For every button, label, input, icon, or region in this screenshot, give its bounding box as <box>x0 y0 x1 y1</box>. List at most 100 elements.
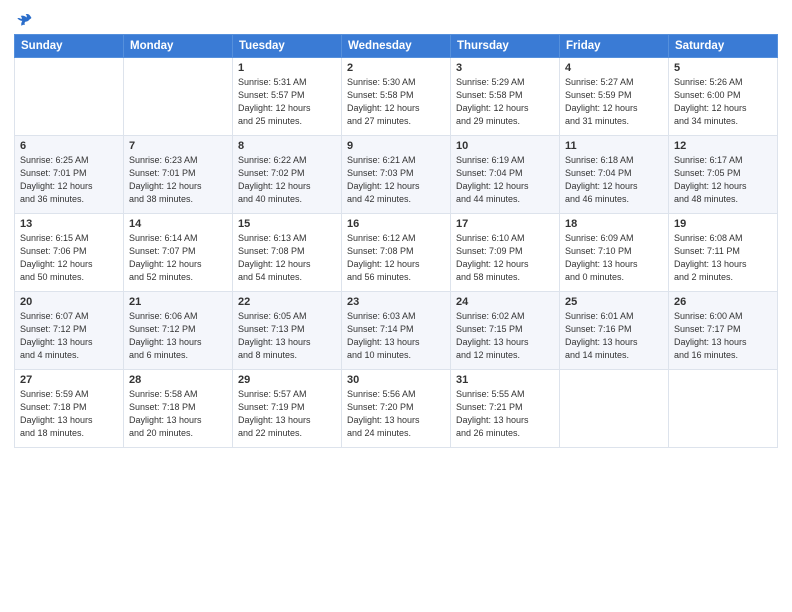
week-row-1: 1 Sunrise: 5:31 AMSunset: 5:57 PMDaylight… <box>15 58 778 136</box>
day-number: 15 <box>238 218 336 230</box>
day-info: Sunrise: 6:01 AMSunset: 7:16 PMDaylight:… <box>565 310 663 362</box>
day-info: Sunrise: 5:57 AMSunset: 7:19 PMDaylight:… <box>238 388 336 440</box>
day-info: Sunrise: 6:10 AMSunset: 7:09 PMDaylight:… <box>456 232 554 284</box>
day-info: Sunrise: 6:08 AMSunset: 7:11 PMDaylight:… <box>674 232 772 284</box>
week-row-2: 6 Sunrise: 6:25 AMSunset: 7:01 PMDaylight… <box>15 136 778 214</box>
day-number: 23 <box>347 296 445 308</box>
day-number: 30 <box>347 374 445 386</box>
calendar-cell: 27 Sunrise: 5:59 AMSunset: 7:18 PMDayligh… <box>15 370 124 448</box>
day-info: Sunrise: 6:17 AMSunset: 7:05 PMDaylight:… <box>674 154 772 206</box>
day-number: 20 <box>20 296 118 308</box>
calendar-cell: 15 Sunrise: 6:13 AMSunset: 7:08 PMDayligh… <box>233 214 342 292</box>
calendar-cell: 13 Sunrise: 6:15 AMSunset: 7:06 PMDayligh… <box>15 214 124 292</box>
day-number: 2 <box>347 62 445 74</box>
header <box>14 10 778 30</box>
day-info: Sunrise: 5:59 AMSunset: 7:18 PMDaylight:… <box>20 388 118 440</box>
day-number: 3 <box>456 62 554 74</box>
calendar-cell: 31 Sunrise: 5:55 AMSunset: 7:21 PMDayligh… <box>451 370 560 448</box>
day-number: 17 <box>456 218 554 230</box>
calendar-cell: 5Sunrise: 5:26 AMSunset: 6:00 PMDaylight… <box>669 58 778 136</box>
day-number: 29 <box>238 374 336 386</box>
calendar-cell: 26 Sunrise: 6:00 AMSunset: 7:17 PMDayligh… <box>669 292 778 370</box>
calendar-cell: 3 Sunrise: 5:29 AMSunset: 5:58 PMDaylight… <box>451 58 560 136</box>
day-info: Sunrise: 6:15 AMSunset: 7:06 PMDaylight:… <box>20 232 118 284</box>
calendar-cell: 28Sunrise: 5:58 AMSunset: 7:18 PMDayligh… <box>124 370 233 448</box>
calendar-cell: 22 Sunrise: 6:05 AMSunset: 7:13 PMDayligh… <box>233 292 342 370</box>
day-number: 28 <box>129 374 227 386</box>
weekday-header-friday: Friday <box>560 35 669 58</box>
calendar-cell: 19 Sunrise: 6:08 AMSunset: 7:11 PMDayligh… <box>669 214 778 292</box>
calendar-cell: 7 Sunrise: 6:23 AMSunset: 7:01 PMDaylight… <box>124 136 233 214</box>
day-info: Sunrise: 6:13 AMSunset: 7:08 PMDaylight:… <box>238 232 336 284</box>
day-number: 13 <box>20 218 118 230</box>
day-info: Sunrise: 6:05 AMSunset: 7:13 PMDaylight:… <box>238 310 336 362</box>
calendar-cell: 6 Sunrise: 6:25 AMSunset: 7:01 PMDaylight… <box>15 136 124 214</box>
day-info: Sunrise: 5:29 AMSunset: 5:58 PMDaylight:… <box>456 76 554 128</box>
day-info: Sunrise: 6:18 AMSunset: 7:04 PMDaylight:… <box>565 154 663 206</box>
calendar-cell <box>669 370 778 448</box>
calendar-cell: 17 Sunrise: 6:10 AMSunset: 7:09 PMDayligh… <box>451 214 560 292</box>
day-number: 1 <box>238 62 336 74</box>
day-info: Sunrise: 6:14 AMSunset: 7:07 PMDaylight:… <box>129 232 227 284</box>
day-info: Sunrise: 6:22 AMSunset: 7:02 PMDaylight:… <box>238 154 336 206</box>
week-row-3: 13 Sunrise: 6:15 AMSunset: 7:06 PMDayligh… <box>15 214 778 292</box>
calendar-cell: 23Sunrise: 6:03 AMSunset: 7:14 PMDayligh… <box>342 292 451 370</box>
calendar-cell: 30 Sunrise: 5:56 AMSunset: 7:20 PMDayligh… <box>342 370 451 448</box>
calendar-cell: 8 Sunrise: 6:22 AMSunset: 7:02 PMDaylight… <box>233 136 342 214</box>
day-number: 18 <box>565 218 663 230</box>
day-info: Sunrise: 6:21 AMSunset: 7:03 PMDaylight:… <box>347 154 445 206</box>
day-number: 19 <box>674 218 772 230</box>
weekday-header-saturday: Saturday <box>669 35 778 58</box>
day-number: 27 <box>20 374 118 386</box>
day-info: Sunrise: 6:00 AMSunset: 7:17 PMDaylight:… <box>674 310 772 362</box>
day-number: 31 <box>456 374 554 386</box>
calendar-cell: 2Sunrise: 5:30 AMSunset: 5:58 PMDaylight… <box>342 58 451 136</box>
weekday-header-monday: Monday <box>124 35 233 58</box>
day-info: Sunrise: 5:55 AMSunset: 7:21 PMDaylight:… <box>456 388 554 440</box>
day-info: Sunrise: 5:27 AMSunset: 5:59 PMDaylight:… <box>565 76 663 128</box>
day-info: Sunrise: 6:23 AMSunset: 7:01 PMDaylight:… <box>129 154 227 206</box>
day-number: 26 <box>674 296 772 308</box>
day-number: 8 <box>238 140 336 152</box>
calendar-cell <box>15 58 124 136</box>
calendar-cell: 25 Sunrise: 6:01 AMSunset: 7:16 PMDayligh… <box>560 292 669 370</box>
day-number: 11 <box>565 140 663 152</box>
day-number: 24 <box>456 296 554 308</box>
week-row-5: 27 Sunrise: 5:59 AMSunset: 7:18 PMDayligh… <box>15 370 778 448</box>
calendar-cell: 4Sunrise: 5:27 AMSunset: 5:59 PMDaylight… <box>560 58 669 136</box>
day-info: Sunrise: 6:02 AMSunset: 7:15 PMDaylight:… <box>456 310 554 362</box>
calendar-cell: 16 Sunrise: 6:12 AMSunset: 7:08 PMDayligh… <box>342 214 451 292</box>
weekday-header-tuesday: Tuesday <box>233 35 342 58</box>
day-number: 21 <box>129 296 227 308</box>
calendar-cell <box>560 370 669 448</box>
day-number: 12 <box>674 140 772 152</box>
day-number: 14 <box>129 218 227 230</box>
day-info: Sunrise: 6:19 AMSunset: 7:04 PMDaylight:… <box>456 154 554 206</box>
day-info: Sunrise: 5:31 AMSunset: 5:57 PMDaylight:… <box>238 76 336 128</box>
calendar-cell: 1 Sunrise: 5:31 AMSunset: 5:57 PMDaylight… <box>233 58 342 136</box>
weekday-header-wednesday: Wednesday <box>342 35 451 58</box>
calendar-cell: 24 Sunrise: 6:02 AMSunset: 7:15 PMDayligh… <box>451 292 560 370</box>
calendar-cell: 18Sunrise: 6:09 AMSunset: 7:10 PMDayligh… <box>560 214 669 292</box>
day-info: Sunrise: 6:06 AMSunset: 7:12 PMDaylight:… <box>129 310 227 362</box>
calendar-cell: 20 Sunrise: 6:07 AMSunset: 7:12 PMDayligh… <box>15 292 124 370</box>
calendar-cell: 12 Sunrise: 6:17 AMSunset: 7:05 PMDayligh… <box>669 136 778 214</box>
day-info: Sunrise: 6:12 AMSunset: 7:08 PMDaylight:… <box>347 232 445 284</box>
day-number: 16 <box>347 218 445 230</box>
day-number: 6 <box>20 140 118 152</box>
calendar: SundayMondayTuesdayWednesdayThursdayFrid… <box>14 34 778 448</box>
day-number: 10 <box>456 140 554 152</box>
day-number: 7 <box>129 140 227 152</box>
day-number: 25 <box>565 296 663 308</box>
day-number: 22 <box>238 296 336 308</box>
calendar-cell: 9Sunrise: 6:21 AMSunset: 7:03 PMDaylight… <box>342 136 451 214</box>
logo-bird-icon <box>14 10 34 30</box>
calendar-cell: 29 Sunrise: 5:57 AMSunset: 7:19 PMDayligh… <box>233 370 342 448</box>
day-info: Sunrise: 6:07 AMSunset: 7:12 PMDaylight:… <box>20 310 118 362</box>
day-info: Sunrise: 6:25 AMSunset: 7:01 PMDaylight:… <box>20 154 118 206</box>
calendar-cell <box>124 58 233 136</box>
day-info: Sunrise: 5:56 AMSunset: 7:20 PMDaylight:… <box>347 388 445 440</box>
logo <box>14 10 38 30</box>
day-number: 5 <box>674 62 772 74</box>
weekday-header-row: SundayMondayTuesdayWednesdayThursdayFrid… <box>15 35 778 58</box>
